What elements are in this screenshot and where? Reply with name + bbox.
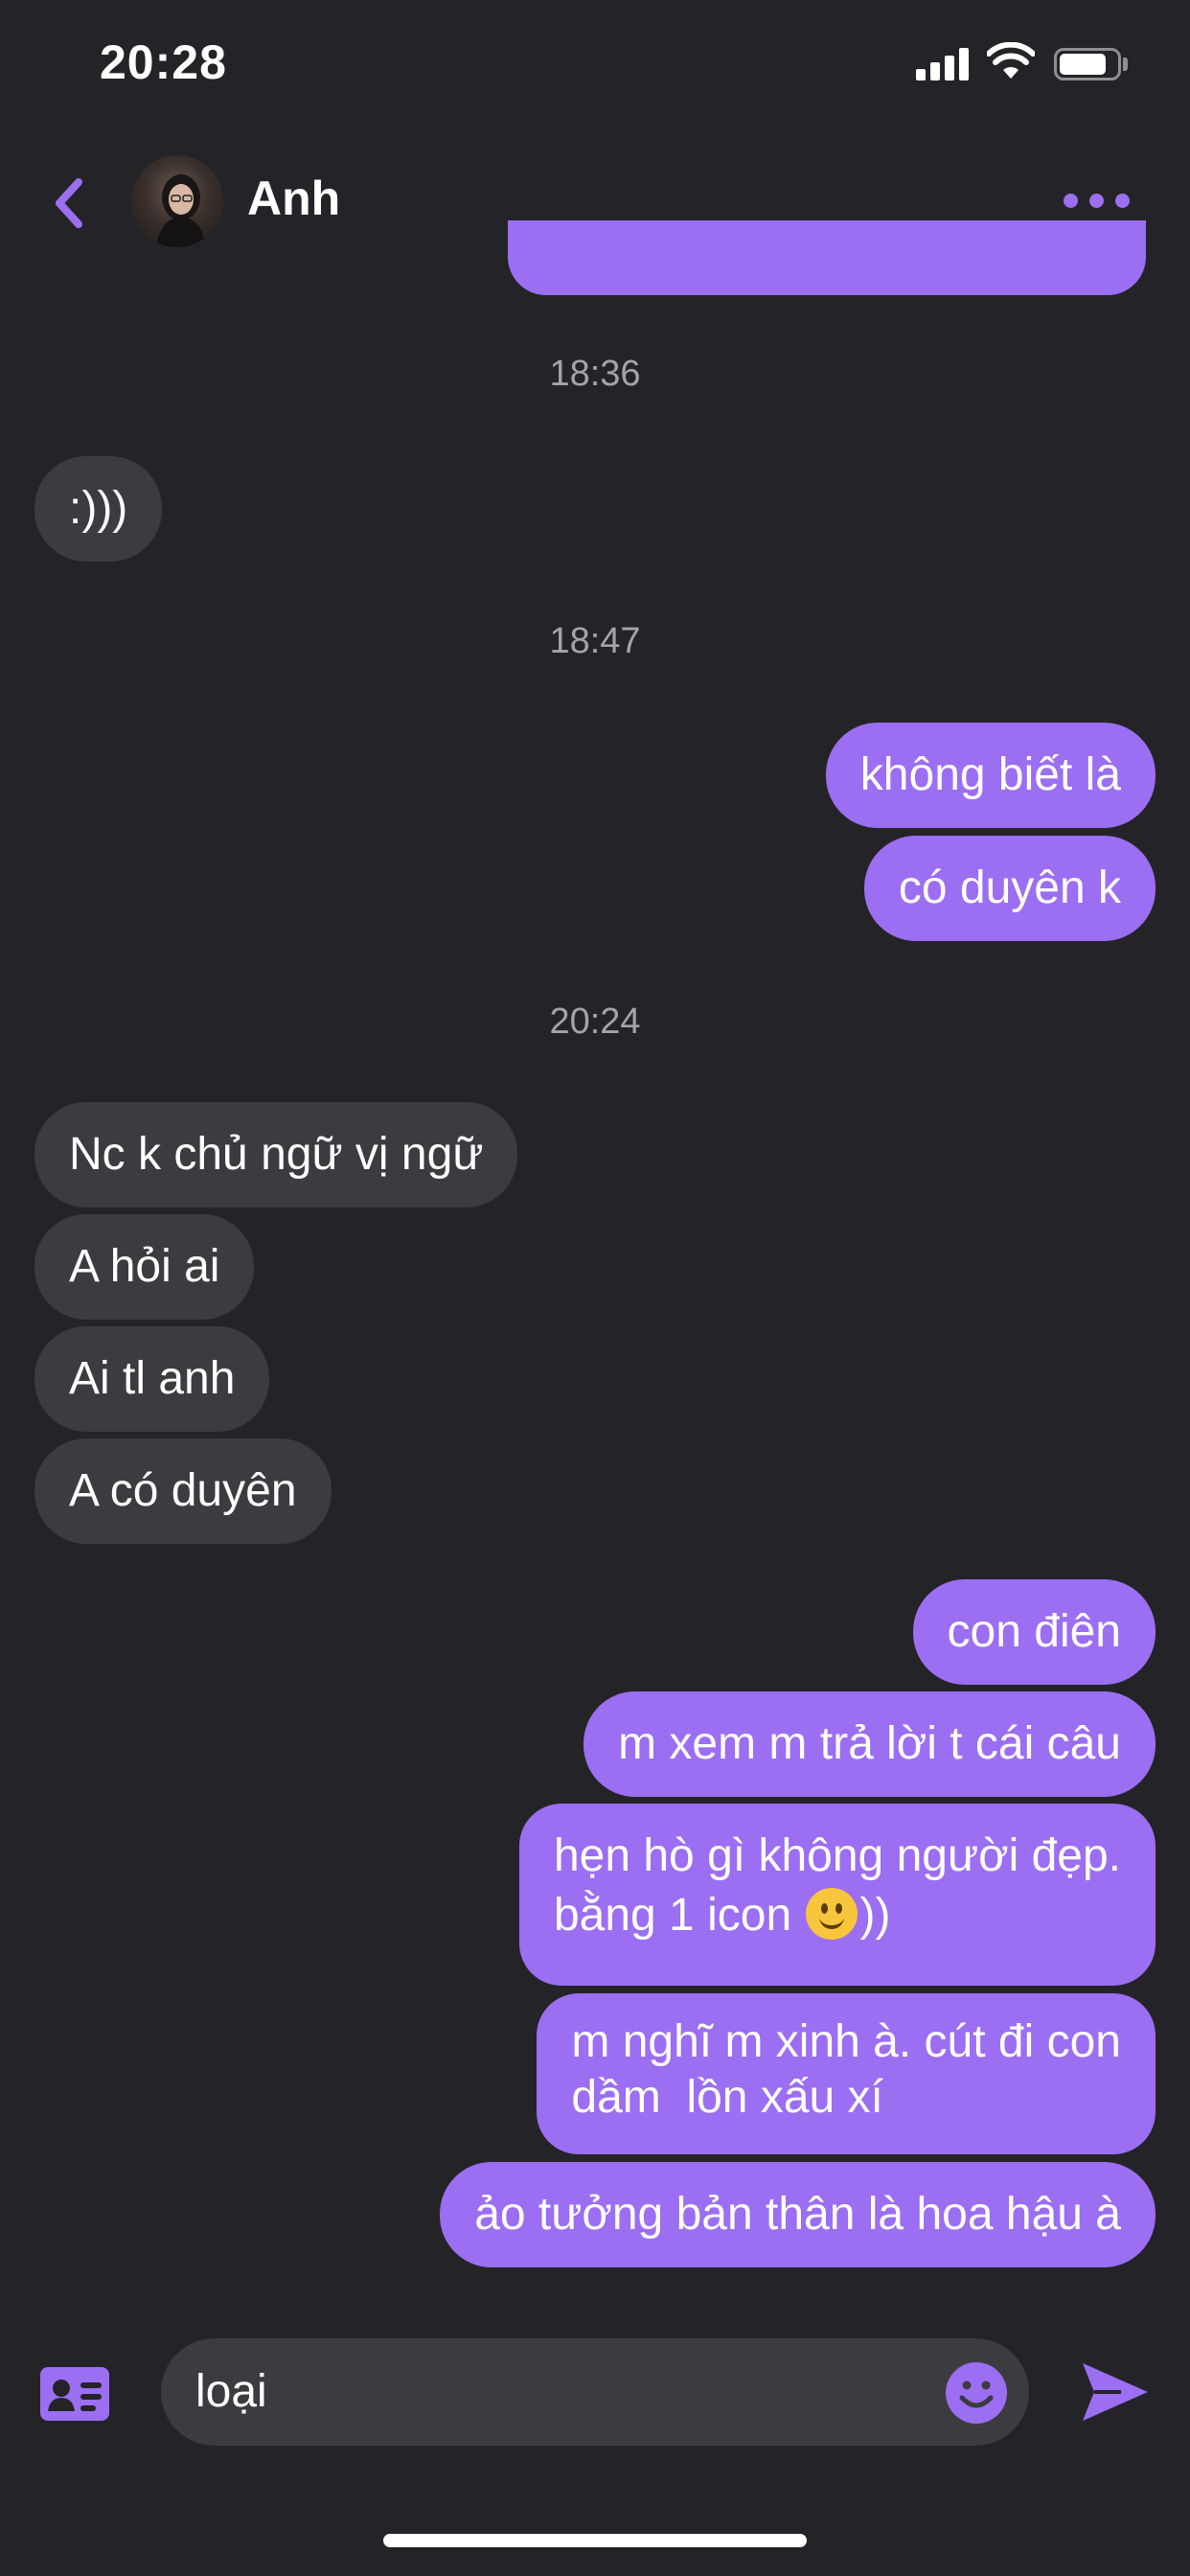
- message-bubble-outgoing[interactable]: có duyên k: [863, 836, 1156, 941]
- message-bubble-outgoing[interactable]: m xem m trả lời t cái câu: [584, 1691, 1156, 1797]
- message-bubble-outgoing[interactable]: con điên: [912, 1579, 1156, 1685]
- message-text: m xem m trả lời t cái câu: [618, 1718, 1121, 1769]
- message-input[interactable]: loại: [161, 2338, 1029, 2446]
- message-bubble-incoming[interactable]: A hỏi ai: [34, 1214, 255, 1320]
- message-bubble-outgoing[interactable]: ảo tưởng bản thân là hoa hậu à: [440, 2162, 1156, 2267]
- message-bubble-outgoing[interactable]: hẹn hò gì không người đẹp. bằng 1 icon )…: [518, 1804, 1156, 1986]
- avatar-photo: [156, 174, 206, 247]
- timestamp: 20:24: [549, 1001, 641, 1042]
- chat-screen: 20:28 Anh 18:36 18:47 20:24:))) không b…: [0, 0, 1190, 2576]
- home-indicator[interactable]: [383, 2534, 807, 2547]
- status-time: 20:28: [100, 35, 227, 89]
- message-text: A hỏi ai: [69, 1241, 220, 1292]
- timestamp: 18:47: [549, 621, 641, 661]
- message-text: )): [859, 1890, 891, 1941]
- message-text-line: hẹn hò gì không người đẹp.: [553, 1830, 1121, 1881]
- message-composer: loại: [0, 2319, 1190, 2463]
- message-text: A có duyên: [69, 1465, 297, 1516]
- message-text: bằng 1 icon: [553, 1890, 805, 1941]
- message-text-line: m nghĩ m xinh à. cút đi con: [571, 2016, 1121, 2067]
- message-bubble-incoming[interactable]: Nc k chủ ngữ vị ngữ: [34, 1102, 518, 1208]
- message-text-line: bằng 1 icon )): [554, 1886, 1121, 1945]
- message-bubble-incoming[interactable]: Ai tl anh: [34, 1326, 270, 1432]
- contact-card-icon[interactable]: [38, 2365, 111, 2423]
- message-text: :))): [69, 483, 128, 534]
- send-icon[interactable]: [1079, 2358, 1152, 2426]
- message-text: Nc k chủ ngữ vị ngữ: [69, 1129, 484, 1180]
- timestamp: 18:36: [549, 354, 641, 394]
- message-bubble-partial: [508, 220, 1146, 295]
- message-text: không biết là: [859, 749, 1121, 800]
- message-text: Ai tl anh: [69, 1353, 236, 1404]
- message-text: ảo tưởng bản thân là hoa hậu à: [474, 2189, 1121, 2240]
- message-text: có duyên k: [898, 862, 1121, 913]
- message-text-line: dầm lồn xấu xí: [571, 2072, 883, 2123]
- battery-icon: [1054, 48, 1121, 80]
- message-bubble-incoming[interactable]: :))): [34, 456, 163, 562]
- wifi-icon: [987, 42, 1035, 79]
- slightly-smiling-face-icon: [806, 1888, 858, 1940]
- battery-cap: [1123, 58, 1128, 71]
- message-bubble-outgoing[interactable]: m nghĩ m xinh à. cút đi con dầm lồn xấu …: [537, 1993, 1156, 2154]
- message-bubble-incoming[interactable]: A có duyên: [34, 1438, 332, 1544]
- contact-name[interactable]: Anh: [247, 171, 340, 226]
- message-text: con điên: [947, 1606, 1121, 1657]
- smile-icon[interactable]: [945, 2361, 1008, 2425]
- more-options-button[interactable]: [1064, 190, 1131, 213]
- message-bubble-outgoing[interactable]: không biết là: [825, 723, 1156, 828]
- cellular-signal-icon: [916, 48, 970, 80]
- status-bar: 20:28: [0, 0, 1190, 134]
- back-button[interactable]: [42, 172, 96, 234]
- avatar[interactable]: [131, 155, 223, 247]
